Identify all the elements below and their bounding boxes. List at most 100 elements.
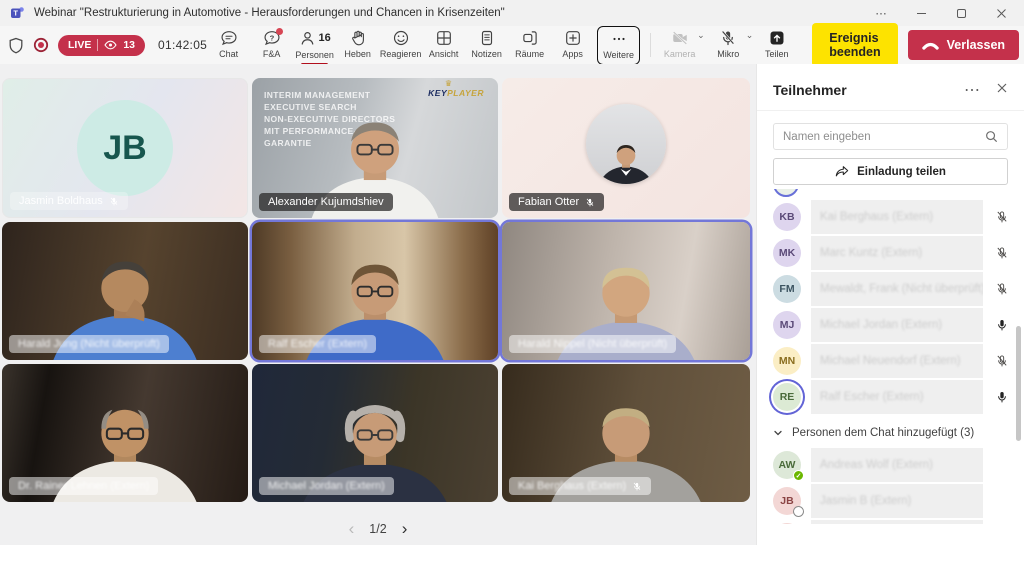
mic-off-icon[interactable] [993,210,1010,224]
participant-row[interactable]: JB Jasmin B (Extern) [757,483,1024,519]
panel-title: Teilnehmer [773,82,847,98]
participant-name: Marc Kuntz (Extern) [811,236,983,270]
page-indicator: 1/2 [369,522,386,536]
live-label: LIVE [68,39,91,51]
panel-close-icon[interactable] [996,81,1008,99]
viewers-eye-icon [104,40,117,50]
people-icon [299,30,316,47]
avatar: FM [773,275,801,303]
toolbar-divider [650,33,651,57]
presence-offline-icon [793,506,804,517]
participant-name: Ralf Escher (Extern) [811,380,983,414]
participant-name: Mewaldt, Frank (Nicht überprüft) [811,272,983,306]
svg-text:?: ? [269,33,274,42]
end-event-button[interactable]: Ereignis beenden [812,23,897,67]
window-more-icon[interactable]: ⋯ [874,6,888,20]
toolbar-chat-button[interactable]: Chat [207,26,250,63]
meeting-timer: 01:42:05 [158,38,207,52]
camera-off-icon [671,29,689,47]
security-shield-icon[interactable] [8,37,24,54]
video-tile-alexander-kujumdshiev[interactable]: Interim Management Executive Search Non-… [252,78,498,218]
teams-logo-icon: T [10,5,26,21]
profile-photo [586,104,666,184]
toolbar-share-button[interactable]: Teilen [755,26,798,63]
recording-indicator-icon[interactable] [33,37,49,53]
toolbar-view-button[interactable]: Ansicht [422,26,465,63]
window-maximize-icon[interactable] [954,6,968,20]
toolbar-react-button[interactable]: Reagieren [379,26,422,63]
participant-name-label: Harald Nippel (Nicht überprüft) [509,335,676,353]
panel-more-icon[interactable]: ⋯ [964,80,980,100]
mic-off-icon [109,196,119,207]
window-close-icon[interactable] [994,6,1008,20]
participant-row[interactable]: MN Matthias Noelker (Extern) [757,519,1024,524]
mic-off-icon[interactable] [993,282,1010,296]
panel-scrollbar[interactable] [1016,326,1021,441]
participant-row[interactable]: RE Ralf Escher (Extern) [757,379,1024,415]
video-tile-harald-nippel[interactable]: Harald Nippel (Nicht überprüft) [502,222,750,360]
toolbar-raise-hand-button[interactable]: Heben [336,26,379,63]
mic-on-icon[interactable] [993,390,1010,404]
participant-row[interactable]: AW ✓ Andreas Wolf (Extern) [757,447,1024,483]
meeting-toolbar: LIVE 13 01:42:05 Chat ? F&A [0,26,1024,64]
participants-panel: Teilnehmer ⋯ Einladung teilen KB Kai Ber… [756,64,1024,545]
participant-list: KB Kai Berghaus (Extern) MK Marc Kuntz (… [757,189,1024,524]
toolbar-camera-button[interactable]: Kamera [658,26,701,63]
window-minimize-icon[interactable] [914,6,928,20]
video-tile-fabian-otter[interactable]: Fabian Otter [502,78,750,218]
participant-row[interactable]: MJ Michael Jordan (Extern) [757,307,1024,343]
participant-search[interactable] [773,123,1008,150]
mic-off-icon[interactable] [993,354,1010,368]
participant-name-label: Kai Berghaus (Extern) [509,477,651,495]
avatar: JB [773,487,801,515]
leave-button[interactable]: Verlassen [908,30,1019,60]
toolbar-more-button[interactable]: Weitere [597,26,640,65]
viewer-count: 13 [123,39,135,51]
raise-hand-icon [349,29,367,47]
participant-row[interactable]: KB Kai Berghaus (Extern) [757,199,1024,235]
breakout-rooms-icon [521,29,539,47]
participant-name: Jasmin B (Extern) [811,484,983,518]
video-grid: JB Jasmin Boldhaus Interim Management Ex… [2,78,750,502]
chat-added-section-header[interactable]: Personen dem Chat hinzugefügt (3) [757,415,1024,447]
video-tile-kai-berghaus[interactable]: Kai Berghaus (Extern) [502,364,750,502]
people-count: 16 [319,32,331,44]
apps-plus-icon [564,29,582,47]
hangup-phone-icon [922,40,939,50]
participant-name: Michael Jordan (Extern) [811,308,983,342]
mic-off-icon [719,29,737,47]
video-tile-rainer-lehnen[interactable]: Dr. Rainer Lehnen (Extern) [2,364,248,502]
toolbar-apps-button[interactable]: Apps [551,26,594,63]
video-tile-ralf-escher[interactable]: Ralf Escher (Extern) [252,222,498,360]
window-title: Webinar "Restrukturierung in Automotive … [34,7,505,19]
page-next-icon[interactable]: › [402,520,408,537]
chat-icon [220,29,238,47]
toolbar-notes-button[interactable]: Notizen [465,26,508,63]
share-invite-button[interactable]: Einladung teilen [773,158,1008,185]
participant-row[interactable]: FM Mewaldt, Frank (Nicht überprüft) [757,271,1024,307]
toolbar-qa-button[interactable]: ? F&A [250,26,293,63]
toolbar-rooms-button[interactable]: Räume [508,26,551,63]
participant-name-label: Jasmin Boldhaus [10,192,128,210]
mic-off-icon [632,481,642,492]
avatar: MN [773,523,801,524]
participant-name: Michael Neuendorf (Extern) [811,344,983,378]
video-tile-jasmin-boldhaus[interactable]: JB Jasmin Boldhaus [2,78,248,218]
participant-name-label: Michael Jordan (Extern) [259,477,394,495]
participant-name-label: Dr. Rainer Lehnen (Extern) [9,477,158,495]
mic-on-icon[interactable] [993,318,1010,332]
toolbar-people-button[interactable]: 16 Personen [293,26,336,64]
video-tile-michael-jordan[interactable]: Michael Jordan (Extern) [252,364,498,502]
more-dots-icon [610,30,628,48]
participant-name-label: Fabian Otter [509,193,604,211]
participant-row[interactable]: MN Michael Neuendorf (Extern) [757,343,1024,379]
mic-off-icon[interactable] [993,246,1010,260]
toolbar-mic-button[interactable]: Mikro [707,26,750,63]
page-prev-icon[interactable]: ‹ [349,520,355,537]
participant-row[interactable]: MK Marc Kuntz (Extern) [757,235,1024,271]
presence-available-icon: ✓ [793,470,804,481]
video-tile-harald-jung[interactable]: Harald Jung (Nicht überprüft) [2,222,248,360]
participant-name-label: Harald Jung (Nicht überprüft) [9,335,169,353]
chevron-down-icon [773,428,783,438]
search-input[interactable] [783,131,985,143]
